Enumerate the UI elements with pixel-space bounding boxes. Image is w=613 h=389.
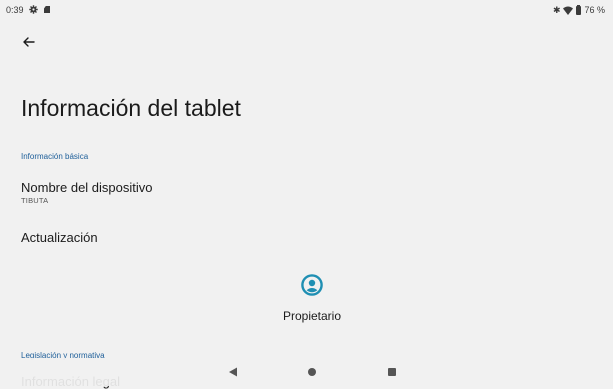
device-name-summary: TIBUTA (21, 196, 49, 205)
battery-icon (576, 4, 582, 15)
nav-recents-icon[interactable] (388, 368, 396, 376)
bluetooth-icon: ✱ (552, 5, 561, 15)
arrow-back-icon (23, 37, 35, 47)
navigation-bar (0, 358, 613, 386)
wifi-icon (563, 6, 574, 15)
sd-card-icon (44, 6, 50, 13)
battery-percent: 76 % (584, 5, 605, 15)
status-time: 0:39 (6, 5, 24, 15)
device-name-item[interactable]: Nombre del dispositivo TIBUTA (21, 180, 153, 205)
nav-home-icon[interactable] (308, 368, 316, 376)
device-name-title: Nombre del dispositivo (21, 180, 153, 195)
nav-back-icon[interactable] (228, 367, 238, 377)
gear-icon (29, 5, 38, 14)
account-circle-icon (301, 274, 323, 296)
status-bar: 0:39 ✱ 76 % (0, 0, 613, 20)
owner-item[interactable]: Propietario (270, 274, 354, 323)
section-header-basic-info: Información básica (21, 152, 89, 161)
back-button[interactable] (19, 32, 39, 52)
status-icons-right: ✱ 76 % (552, 4, 605, 15)
owner-label: Propietario (282, 309, 342, 323)
update-item[interactable]: Actualización (21, 230, 98, 245)
update-title: Actualización (21, 230, 98, 245)
page-title: Información del tablet (21, 95, 241, 121)
